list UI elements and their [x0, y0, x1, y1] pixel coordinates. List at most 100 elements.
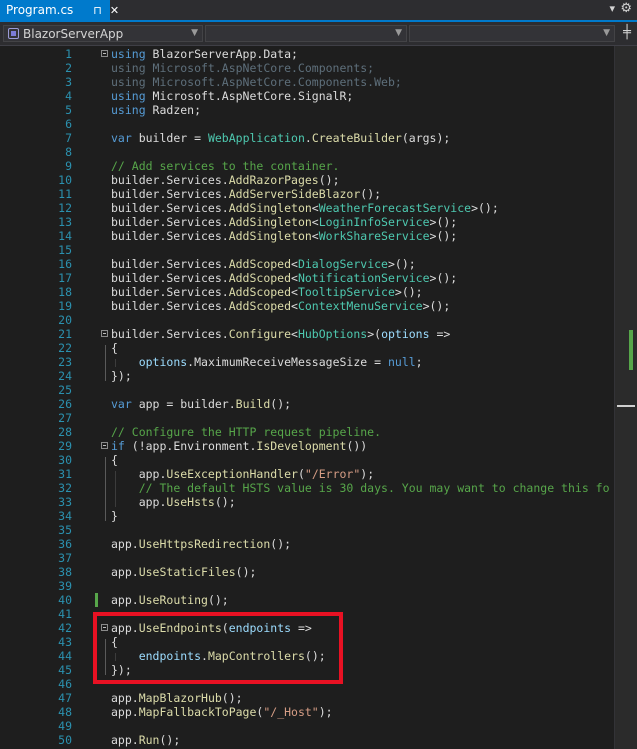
tab-title: Program.cs	[6, 3, 74, 17]
code-token: AddServerSideBlazor	[228, 187, 361, 201]
collapse-icon[interactable]	[101, 442, 108, 449]
code-line[interactable]: 23 options.MaximumReceiveMessageSize = n…	[0, 355, 614, 369]
code-line[interactable]: 34}	[0, 509, 614, 523]
code-text: // Configure the HTTP request pipeline.	[111, 425, 381, 439]
code-line[interactable]: 18 builder.Services.AddScoped<TooltipServ…	[0, 285, 614, 299]
code-line[interactable]: 39	[0, 579, 614, 593]
code-line[interactable]: 32 // The default HSTS value is 30 days.…	[0, 481, 614, 495]
code-text: using Microsoft.AspNetCore.Components;	[111, 61, 374, 75]
code-token: MapBlazorHub	[138, 691, 222, 705]
code-line[interactable]: 11 builder.Services.AddServerSideBlazor()…	[0, 187, 614, 201]
code-line[interactable]: 5 using Radzen;	[0, 103, 614, 117]
code-line[interactable]: 50 app.Run();	[0, 733, 614, 747]
code-line[interactable]: 1 using BlazorServerApp.Data;	[0, 47, 614, 61]
code-token: builder.Services.	[111, 201, 229, 215]
line-number: 2	[65, 61, 72, 75]
code-text: var builder = WebApplication.CreateBuild…	[111, 131, 450, 145]
code-line[interactable]: 22 {	[0, 341, 614, 355]
code-token: CreateBuilder	[311, 131, 402, 145]
code-token: (	[297, 467, 305, 481]
code-token: <	[291, 285, 298, 299]
code-line[interactable]: 40 app.UseRouting();	[0, 593, 614, 607]
split-editor-icon[interactable]: ╪	[620, 25, 634, 41]
code-line[interactable]: 15	[0, 243, 614, 257]
line-number: 40	[58, 593, 72, 607]
vertical-scrollbar[interactable]	[614, 46, 637, 749]
line-number: 1	[65, 47, 72, 61]
line-number: 37	[58, 551, 72, 565]
indent-guide	[115, 471, 116, 507]
code-text: if (!app.Environment.IsDevelopment())	[111, 439, 367, 453]
collapse-icon[interactable]	[101, 50, 108, 57]
code-line[interactable]: 27	[0, 411, 614, 425]
code-text: builder.Services.AddServerSideBlazor();	[111, 187, 381, 201]
code-text: }	[111, 509, 118, 523]
code-line[interactable]: 48 app.MapFallbackToPage("/_Host");	[0, 705, 614, 719]
code-token: HubOptions	[297, 327, 368, 341]
code-line[interactable]: 6	[0, 117, 614, 131]
code-line[interactable]: 8	[0, 145, 614, 159]
line-number: 38	[58, 565, 72, 579]
type-dropdown[interactable]: ▼	[205, 25, 407, 42]
line-number: 21	[58, 327, 72, 341]
code-line[interactable]: 19 builder.Services.AddScoped<ContextMenu…	[0, 299, 614, 313]
code-line[interactable]: 21 builder.Services.Configure<HubOptions>…	[0, 327, 614, 341]
code-line[interactable]: 7 var builder = WebApplication.CreateBuil…	[0, 131, 614, 145]
line-number: 22	[58, 341, 72, 355]
code-line[interactable]: 37	[0, 551, 614, 565]
code-line[interactable]: 2 using Microsoft.AspNetCore.Components;	[0, 61, 614, 75]
code-line[interactable]: 35	[0, 523, 614, 537]
code-line[interactable]: 17 builder.Services.AddScoped<Notificatio…	[0, 271, 614, 285]
code-line[interactable]: 38 app.UseStaticFiles();	[0, 565, 614, 579]
code-line[interactable]: 49	[0, 719, 614, 733]
line-number: 29	[58, 439, 72, 453]
csharp-project-icon	[8, 28, 19, 39]
pin-icon[interactable]: ⊓	[93, 4, 102, 17]
code-line[interactable]: 28 // Configure the HTTP request pipeline…	[0, 425, 614, 439]
code-token: app.	[111, 593, 139, 607]
project-dropdown[interactable]: BlazorServerApp ▼	[3, 25, 203, 42]
code-line[interactable]: 10 builder.Services.AddRazorPages();	[0, 173, 614, 187]
code-line[interactable]: 20	[0, 313, 614, 327]
line-number: 46	[58, 677, 72, 691]
line-number: 7	[65, 131, 72, 145]
code-token: builder.Services.	[111, 299, 229, 313]
code-text: });	[111, 369, 132, 383]
tab-program-cs[interactable]: Program.cs ⊓ ✕	[0, 0, 119, 20]
gear-icon[interactable]: ⚙	[620, 1, 632, 16]
line-number: 15	[58, 243, 72, 257]
code-token: using Microsoft.AspNetCore.Components;	[111, 61, 375, 75]
line-number: 10	[58, 173, 72, 187]
code-line[interactable]: 25	[0, 383, 614, 397]
code-token: ContextMenuService	[297, 299, 423, 313]
collapse-icon[interactable]	[101, 330, 108, 337]
line-number: 33	[58, 495, 72, 509]
code-line[interactable]: 36 app.UseHttpsRedirection();	[0, 537, 614, 551]
brace-guide	[105, 457, 106, 521]
code-text: builder.Services.AddScoped<TooltipServic…	[111, 285, 423, 299]
code-token: null	[387, 355, 416, 369]
code-line[interactable]: 16 builder.Services.AddScoped<DialogServi…	[0, 257, 614, 271]
code-line[interactable]: 12 builder.Services.AddSingleton<WeatherF…	[0, 201, 614, 215]
line-number: 48	[58, 705, 72, 719]
code-token: app.	[111, 467, 167, 481]
code-line[interactable]: 47 app.MapBlazorHub();	[0, 691, 614, 705]
code-line[interactable]: 24});	[0, 369, 614, 383]
code-line[interactable]: 31 app.UseExceptionHandler("/Error");	[0, 467, 614, 481]
member-dropdown[interactable]: ▼	[409, 25, 615, 42]
code-line[interactable]: 14 builder.Services.AddSingleton<WorkShar…	[0, 229, 614, 243]
code-line[interactable]: 3 using Microsoft.AspNetCore.Components.W…	[0, 75, 614, 89]
close-icon[interactable]: ✕	[110, 4, 119, 17]
code-line[interactable]: 4 using Microsoft.AspNetCore.SignalR;	[0, 89, 614, 103]
code-line[interactable]: 30 {	[0, 453, 614, 467]
line-number: 25	[58, 383, 72, 397]
line-number: 44	[58, 649, 72, 663]
code-line[interactable]: 33 app.UseHsts();	[0, 495, 614, 509]
code-line[interactable]: 26 var app = builder.Build();	[0, 397, 614, 411]
code-line[interactable]: 13 builder.Services.AddSingleton<LoginInf…	[0, 215, 614, 229]
dropdown-icon[interactable]: ▾	[609, 2, 615, 15]
code-line[interactable]: 29 if (!app.Environment.IsDevelopment())	[0, 439, 614, 453]
code-token: UseStaticFiles	[138, 565, 236, 579]
code-line[interactable]: 9 // Add services to the container.	[0, 159, 614, 173]
code-token: using	[111, 103, 146, 117]
